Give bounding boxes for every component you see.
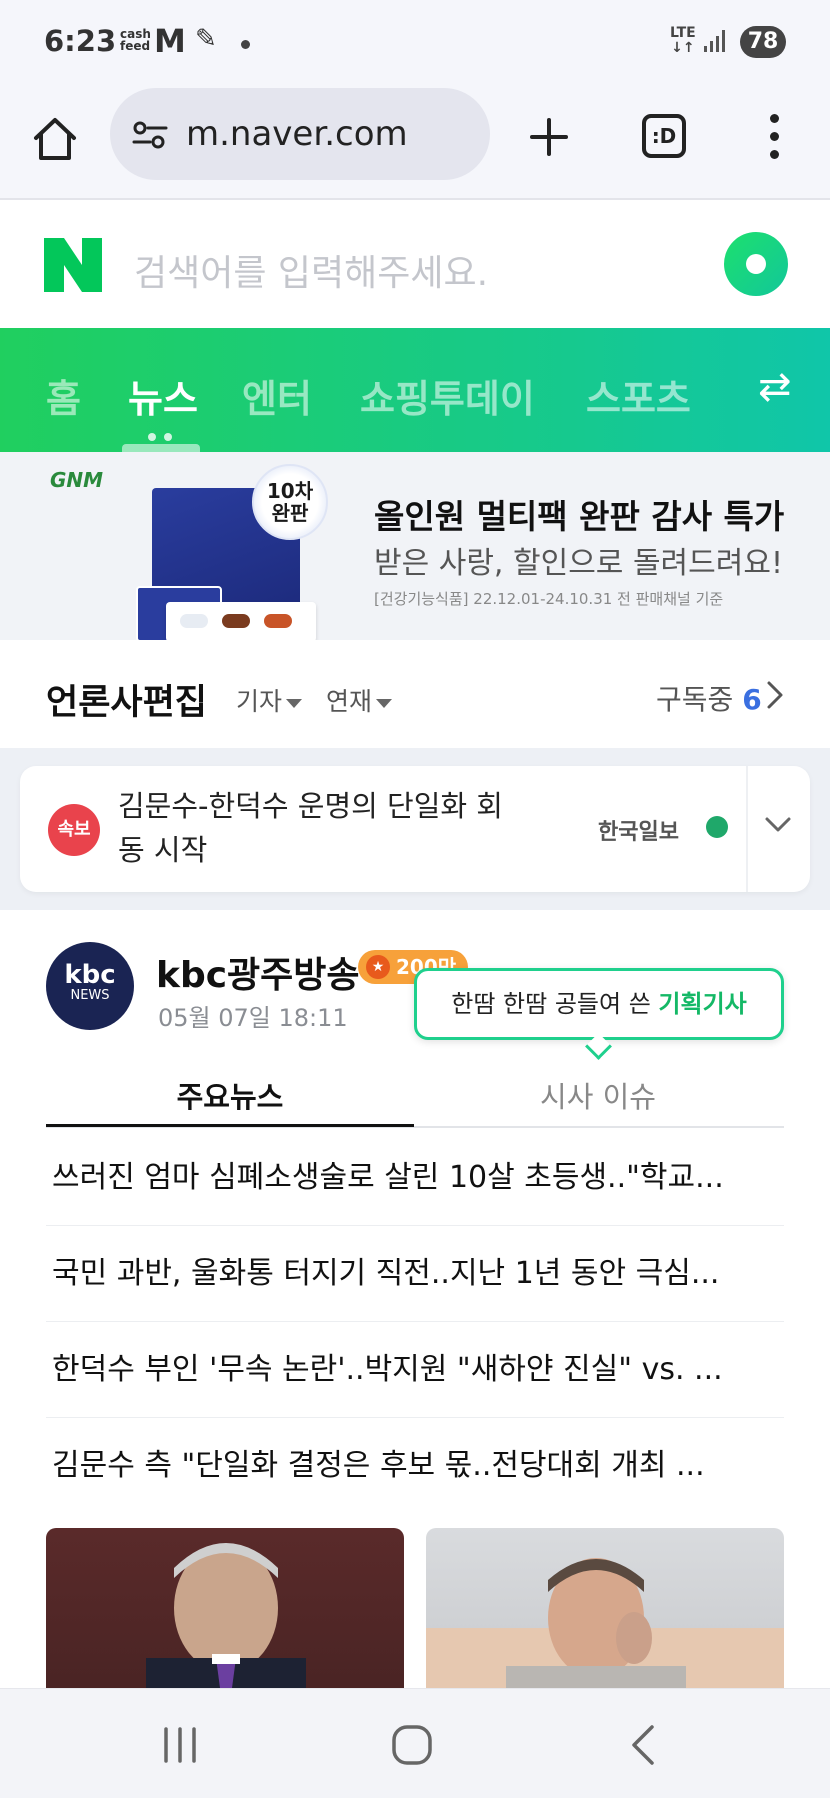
gmail-icon: M: [154, 22, 186, 60]
ad-footnote: [건강기능식품] 22.12.01-24.10.31 전 판매채널 기준: [374, 590, 724, 608]
feather-icon: ✎: [195, 24, 217, 54]
tab-home[interactable]: 홈: [46, 368, 81, 423]
naver-search-bar: 검색어를 입력해주세요.: [0, 200, 830, 328]
swap-icon[interactable]: ⇄: [758, 364, 792, 410]
chevron-down-icon[interactable]: [764, 810, 792, 838]
feature-tooltip: 한땀 한땀 공들여 쓴 기획기사: [414, 968, 784, 1040]
cashfeed-bottom: feed: [120, 39, 151, 53]
category-nav: 홈 뉴스 엔터 쇼핑투데이 스포츠 ⇄: [0, 328, 830, 452]
caret-down-icon: [286, 698, 303, 708]
reporter-filter-dropdown[interactable]: 기자: [236, 682, 303, 718]
search-input[interactable]: 검색어를 입력해주세요.: [134, 244, 488, 296]
breaking-news-card[interactable]: 속보 김문수-한덕수 운명의 단일화 회동 시작 한국일보: [20, 766, 810, 892]
reporter-filter-label: 기자: [236, 687, 283, 716]
lte-label: LTE: [670, 25, 696, 41]
series-filter-dropdown[interactable]: 연재: [326, 682, 393, 718]
article-photo[interactable]: [46, 1528, 404, 1688]
tab-main-news[interactable]: 주요뉴스: [46, 1074, 414, 1116]
press-badge-icon: [706, 816, 728, 838]
divider: [746, 766, 748, 892]
subscribed-count: 6: [742, 683, 762, 716]
breaking-source: 한국일보: [598, 820, 679, 845]
lte-indicator: LTE ↓↑: [670, 26, 696, 56]
site-settings-icon[interactable]: [132, 120, 168, 150]
product-pills-image: [166, 602, 316, 642]
ad-banner[interactable]: GNM 10차 완판 올인원 멀티팩 완판 감사 특가 받은 사랑, 할인으로 돌…: [0, 452, 830, 642]
new-tab-icon[interactable]: [524, 112, 574, 162]
tab-current-issue[interactable]: 시사 이슈: [414, 1074, 782, 1116]
article-item[interactable]: 국민 과반, 울화통 터지기 직전..지난 1년 동안 극심...: [46, 1226, 784, 1322]
back-icon[interactable]: [622, 1723, 670, 1767]
section-title: 언론사편집: [46, 683, 208, 723]
press-logo-bottom: NEWS: [70, 988, 110, 1003]
article-item[interactable]: 김문수 측 "단일화 결정은 후보 몫..전당대회 개최 ...: [46, 1418, 784, 1514]
home-icon[interactable]: [30, 114, 80, 164]
ad-brand-logo: GNM: [50, 468, 104, 492]
tab-switcher-button[interactable]: :D: [642, 114, 686, 158]
article-list: 쓰러진 엄마 심폐소생술로 살린 10살 초등생.."학교... 국민 과반, …: [46, 1130, 784, 1514]
status-bar: 6:23 cash feed M ✎ LTE ↓↑ 78: [0, 0, 830, 88]
article-item[interactable]: 쓰러진 엄마 심폐소생술로 살린 10살 초등생.."학교...: [46, 1130, 784, 1226]
page-dots: [148, 426, 180, 445]
recent-apps-icon[interactable]: [156, 1723, 204, 1767]
home-nav-icon[interactable]: [388, 1723, 436, 1767]
tab-sports[interactable]: 스포츠: [586, 368, 691, 423]
signal-icon: [704, 30, 725, 52]
press-edit-header: 언론사편집 기자 연재 구독중 6: [0, 640, 830, 748]
press-logo[interactable]: kbc NEWS: [46, 942, 134, 1030]
address-bar[interactable]: m.naver.com: [110, 88, 490, 180]
tab-enter[interactable]: 엔터: [242, 368, 312, 423]
article-item[interactable]: 한덕수 부인 '무속 논란'..박지원 "새하얀 진실" vs. ...: [46, 1322, 784, 1418]
breaking-headline[interactable]: 김문수-한덕수 운명의 단일화 회동 시작: [118, 784, 518, 872]
badge-line1: 10차: [266, 479, 314, 503]
tab-news[interactable]: 뉴스: [128, 368, 198, 423]
caret-down-icon: [376, 698, 393, 708]
green-dot-search-icon[interactable]: [724, 232, 788, 296]
notification-dot-icon: [241, 40, 250, 49]
url-text[interactable]: m.naver.com: [186, 114, 408, 154]
series-filter-label: 연재: [326, 687, 373, 716]
chevron-right-icon[interactable]: [766, 680, 784, 710]
press-logo-top: kbc: [64, 960, 116, 990]
press-date: 05월 07일 18:11: [158, 1004, 348, 1032]
active-tab-underline: [46, 1124, 414, 1127]
cashfeed-icon: cash feed: [120, 28, 151, 52]
battery-icon: 78: [740, 26, 786, 58]
active-tab-indicator: [122, 444, 200, 452]
naver-logo-icon[interactable]: [44, 238, 102, 292]
system-nav-bar: [0, 1688, 830, 1798]
tab-shopping-today[interactable]: 쇼핑투데이: [360, 368, 535, 423]
ad-headline: 올인원 멀티팩 완판 감사 특가: [374, 497, 785, 536]
breaking-tag: 속보: [48, 804, 100, 856]
status-time: 6:23: [44, 24, 117, 58]
browser-toolbar: m.naver.com :D: [0, 88, 830, 200]
ad-subline: 받은 사랑, 할인으로 돌려드려요!: [374, 546, 783, 581]
press-card: kbc NEWS kbc광주방송 200만 05월 07일 18:11 한땀 한…: [0, 910, 830, 1688]
more-menu-icon[interactable]: [766, 114, 782, 164]
badge-line2: 완판: [271, 501, 309, 525]
press-tabs: 주요뉴스 시사 이슈: [46, 1056, 784, 1128]
subscribed-link[interactable]: 구독중 6: [656, 678, 762, 718]
tooltip-text: 한땀 한땀 공들여 쓴: [451, 990, 659, 1018]
article-photo[interactable]: [426, 1528, 784, 1688]
press-name[interactable]: kbc광주방송: [156, 946, 360, 998]
subscribed-label: 구독중: [656, 683, 734, 716]
lte-arrows: ↓↑: [671, 40, 695, 56]
tooltip-highlight: 기획기사: [658, 990, 747, 1018]
sold-out-badge: 10차 완판: [252, 464, 328, 540]
